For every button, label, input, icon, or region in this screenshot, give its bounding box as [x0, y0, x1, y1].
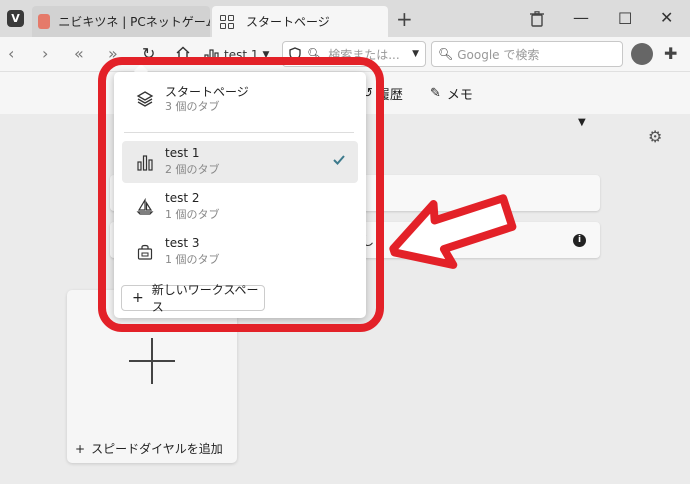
add-speed-dial-label: スピードダイヤルを追加 [91, 442, 223, 456]
back-icon[interactable]: ‹ [8, 44, 14, 63]
notes-link[interactable]: ✎ メモ [430, 84, 473, 103]
title-bar: V ニビキツネ | PCネットゲーム漫画 スタートページ + — ☐ ✕ [0, 0, 690, 37]
info-icon[interactable]: i [573, 234, 586, 247]
pencil-icon: ✎ [430, 86, 441, 101]
tab-nibikitsune[interactable]: ニビキツネ | PCネットゲーム漫画 [32, 6, 210, 37]
vivaldi-logo-icon[interactable]: V [7, 10, 24, 27]
tab-label: ニビキツネ | PCネットゲーム漫画 [58, 15, 210, 29]
plus-icon-bar [129, 360, 175, 362]
small-plus-icon: + [75, 441, 86, 456]
add-speed-dial-label-row: + スピードダイヤルを追加 [75, 440, 223, 457]
notes-label: メモ [446, 88, 473, 103]
new-tab-button[interactable]: + [396, 9, 413, 29]
tab-favicon-icon [38, 14, 51, 29]
close-icon[interactable]: ✕ [660, 8, 673, 27]
trash-icon[interactable] [530, 11, 544, 27]
tab-label: スタートページ [246, 15, 330, 29]
minimize-icon[interactable]: — [573, 8, 589, 27]
search-field[interactable]: 🔍︎ Google で検索 [431, 41, 623, 67]
gear-icon[interactable]: ⚙ [648, 127, 662, 146]
profile-avatar[interactable] [631, 43, 653, 65]
red-arrow-annotation [389, 194, 517, 269]
address-dropdown-icon[interactable]: ▼ [412, 49, 419, 59]
search-engine-chevron-icon[interactable]: ▼ [578, 117, 586, 128]
red-highlight-frame [98, 57, 384, 332]
forward-icon[interactable]: › [42, 44, 48, 63]
maximize-icon[interactable]: ☐ [618, 9, 632, 28]
search-placeholder: Google で検索 [457, 47, 540, 62]
speed-dial-grid-icon [220, 14, 234, 29]
rewind-icon[interactable]: « [74, 44, 84, 63]
extensions-puzzle-icon[interactable]: ✚ [664, 44, 677, 63]
search-engine-icon[interactable]: 🔍︎ [438, 47, 453, 61]
tab-start-page[interactable]: スタートページ [212, 6, 388, 37]
